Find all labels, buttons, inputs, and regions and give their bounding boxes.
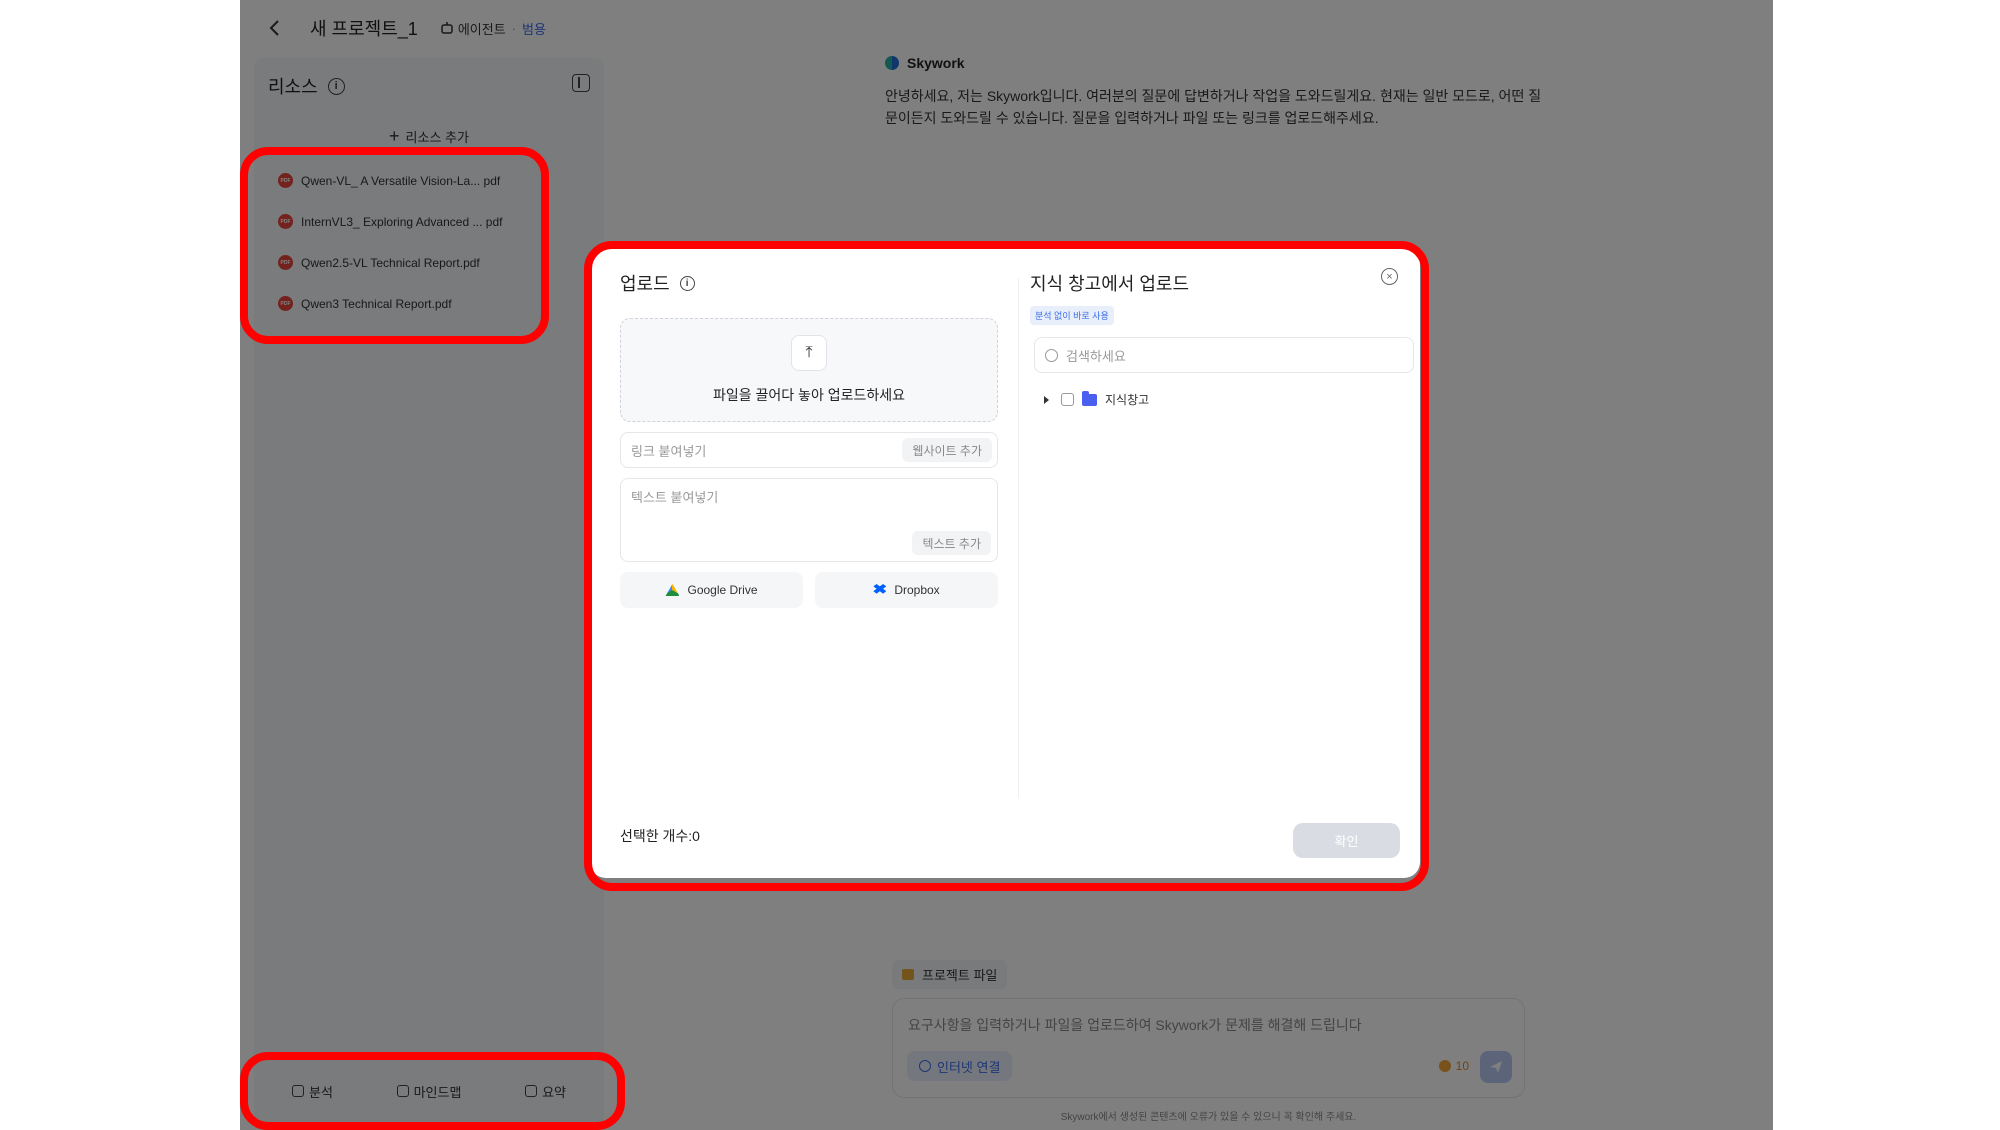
app-window: 새 프로젝트_1 에이전트 · 범용 리소스 i + 리소스 추가 PDF Qw… (240, 0, 1773, 1130)
highlight-footer-tools (240, 1052, 625, 1130)
highlight-resource-list (240, 147, 549, 344)
highlight-upload-modal (584, 241, 1429, 891)
